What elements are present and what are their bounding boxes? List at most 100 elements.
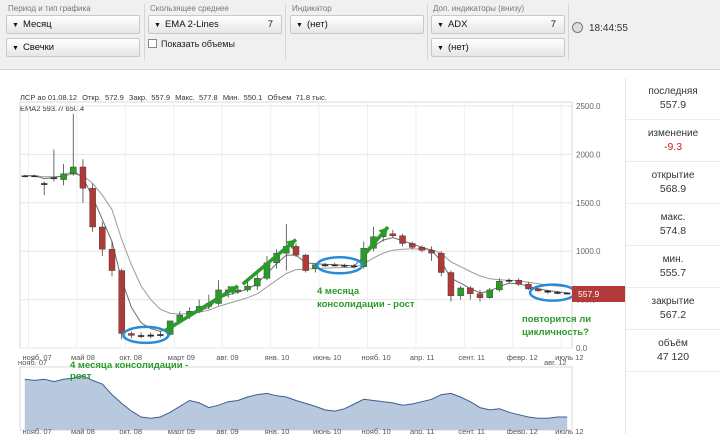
candle-body xyxy=(31,175,38,178)
candle xyxy=(21,174,29,178)
candle-body xyxy=(70,166,77,174)
stat-value: -9.3 xyxy=(663,141,683,153)
candle-body xyxy=(321,264,329,267)
volume-x-tick-label: май 08 xyxy=(71,427,95,434)
chevron-down-icon: ▼ xyxy=(437,22,444,29)
candle-body xyxy=(244,285,251,291)
candle-body xyxy=(428,250,435,254)
info-close: 557.9 xyxy=(151,93,170,102)
chart-type-dropdown[interactable]: ▼ Свечки xyxy=(6,38,140,57)
candle xyxy=(505,278,513,284)
clock-time: 18:44:55 xyxy=(589,23,628,34)
candle xyxy=(389,229,397,238)
stat-item: объём 47 120 xyxy=(626,330,720,372)
candle-body xyxy=(302,254,309,271)
candle xyxy=(438,251,445,277)
stats-panel: последняя 557.9 изменение -9.3 открытие 568.9… xyxy=(625,78,720,434)
candle-body xyxy=(418,247,426,251)
stat-item: мин. 555.7 xyxy=(626,246,720,288)
volume-x-tick-label: февр. 12 xyxy=(507,427,538,434)
volume-x-tick-label: нояб. 10 xyxy=(361,427,390,434)
extra-indicator-dropdown-2[interactable]: ▼ (нет) xyxy=(431,38,565,57)
stat-label: мин. xyxy=(662,254,684,265)
indicator-dropdown[interactable]: ▼ (нет) xyxy=(290,15,424,34)
x-tick-label: апр. 11 xyxy=(410,353,434,362)
x-tick-label: июнь 10 xyxy=(313,353,341,362)
candle xyxy=(108,241,116,277)
annotation-question-a: повторится ли xyxy=(522,314,591,325)
stat-label: последняя xyxy=(648,86,698,97)
info-volume: 71.8 тыс. xyxy=(295,93,326,102)
candle-body xyxy=(60,173,67,180)
chart-grid xyxy=(19,101,573,349)
plot-border xyxy=(19,101,573,349)
extra-indicator-dropdown[interactable]: ▼ ADX 7 xyxy=(431,15,565,34)
x-tick-label: февр. 12 xyxy=(507,353,538,362)
ma-group-label: Скользящее среднее xyxy=(150,4,229,13)
x-tick-label: янв. 10 xyxy=(265,353,290,362)
y-tick-label: 1500.0 xyxy=(576,199,601,208)
candle-body xyxy=(137,335,145,337)
price-chart[interactable]: ЛСР ао 01.08.12 Откр. 572.9 Закр. 557.9 … xyxy=(0,78,625,436)
candle xyxy=(128,331,135,339)
candle-body xyxy=(21,175,29,178)
candle xyxy=(60,164,67,186)
volume-x-tick-label: янв. 10 xyxy=(265,427,290,434)
candle xyxy=(447,270,455,302)
stat-value: 567.2 xyxy=(659,309,687,321)
stat-value: 555.7 xyxy=(659,267,687,279)
annotation-question-b: цикличность? xyxy=(522,327,589,338)
volume-top-label-left: нояб. 07 xyxy=(18,358,47,367)
stat-value: 47 120 xyxy=(656,351,690,363)
candle xyxy=(215,280,222,306)
info-volume-label: Объем xyxy=(267,93,291,102)
candle-body xyxy=(399,235,406,244)
candle-body xyxy=(50,177,58,180)
period-group: Период и тип графика ▼ Месяц ▼ Свечки xyxy=(6,3,140,61)
arrow-shaft xyxy=(164,284,239,333)
period-dropdown[interactable]: ▼ Месяц xyxy=(6,15,140,34)
chart-type-value: Свечки xyxy=(22,42,55,53)
ma-value: EMA 2-Lines xyxy=(164,19,219,30)
candle-body xyxy=(99,226,106,250)
period-group-label: Период и тип графика xyxy=(8,4,91,13)
candle xyxy=(486,287,493,299)
divider xyxy=(144,4,145,60)
annotation-consolidation-1a: 4 месяца консолидации - xyxy=(70,360,188,371)
divider xyxy=(285,4,286,60)
chevron-down-icon: ▼ xyxy=(12,45,19,52)
candle-body xyxy=(341,265,348,267)
x-tick-label: авг. 09 xyxy=(216,353,239,362)
ma-group: Скользящее среднее ▼ EMA 2-Lines 7 Показат… xyxy=(148,3,282,51)
clock: 18:44:55 xyxy=(572,22,628,34)
volume-x-tick-label: окт. 08 xyxy=(119,427,142,434)
stat-item: изменение -9.3 xyxy=(626,120,720,162)
ma-dropdown[interactable]: ▼ EMA 2-Lines 7 xyxy=(148,15,282,34)
candle-body xyxy=(147,334,154,337)
candle xyxy=(515,278,522,287)
candle xyxy=(302,254,309,273)
stat-value: 568.9 xyxy=(659,183,687,195)
candle-body xyxy=(476,293,484,298)
candle-body xyxy=(496,281,503,291)
stat-label: изменение xyxy=(647,128,699,139)
show-volume-checkbox[interactable]: Показать объемы xyxy=(148,38,282,51)
candle-body xyxy=(515,280,522,285)
candle xyxy=(118,268,125,340)
candle-body xyxy=(467,287,474,294)
volume-x-tick-label: июнь 10 xyxy=(313,427,341,434)
stat-label: закрытие xyxy=(651,296,695,307)
y-tick-label: 2500.0 xyxy=(576,102,601,111)
extra-indicator-label: Доп. индикаторы (внизу) xyxy=(433,4,525,13)
candle-body xyxy=(505,280,513,282)
extra-indicator-number: 7 xyxy=(550,19,556,30)
x-tick-label: нояб. 10 xyxy=(361,353,390,362)
info-open-label: Откр. xyxy=(82,93,101,102)
candle xyxy=(457,286,464,300)
candle xyxy=(41,181,48,196)
candle xyxy=(467,286,474,300)
stat-label: открытие xyxy=(651,170,695,181)
volume-x-tick-label: апр. 11 xyxy=(410,427,434,434)
volume-x-tick-label: авг. 09 xyxy=(216,427,239,434)
info-open: 572.9 xyxy=(105,93,124,102)
